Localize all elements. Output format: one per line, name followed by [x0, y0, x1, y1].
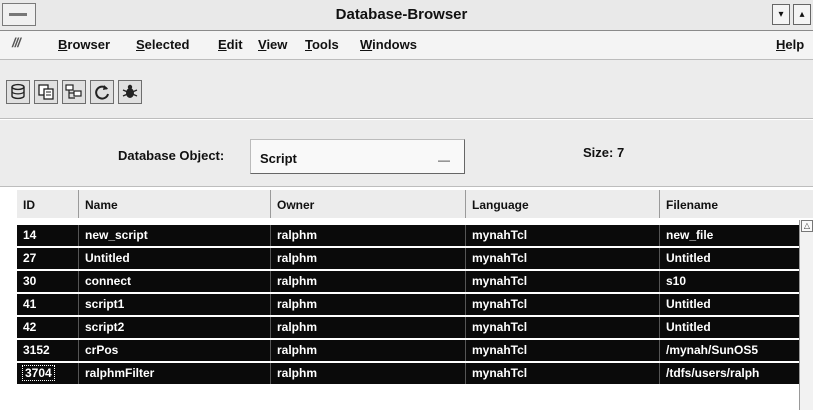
cell-language: mynahTcl: [466, 294, 660, 315]
menu-windows[interactable]: Windows: [360, 37, 417, 52]
column-header-name[interactable]: Name: [79, 190, 271, 218]
cell-filename: s10: [666, 274, 687, 288]
cell-id: 27: [17, 248, 79, 269]
column-header-id[interactable]: ID: [17, 190, 79, 218]
cell-filename: /tdfs/users/ralph: [666, 366, 760, 380]
title-bar: Database-Browser ▾ ▴: [0, 0, 813, 31]
refresh-icon: [95, 85, 109, 100]
cell-owner: ralphm: [271, 340, 466, 361]
database-tool-button[interactable]: [6, 80, 30, 104]
cell-name: Untitled: [79, 248, 271, 269]
column-header-filename[interactable]: Filename: [660, 190, 813, 218]
cell-language: mynahTcl: [466, 340, 660, 361]
cell-owner: ralphm: [271, 271, 466, 292]
database-browser-window: Database-Browser ▾ ▴ /// Browser Selecte…: [0, 0, 813, 410]
cell-owner: ralphm: [271, 317, 466, 338]
folder-tree-icon: [65, 84, 82, 99]
table-row[interactable]: 41 script1 ralphm mynahTcl Untitled: [17, 294, 799, 315]
cell-filename: Untitled: [666, 320, 711, 334]
cell-filename: Untitled: [666, 251, 711, 265]
table-row[interactable]: 30 connect ralphm mynahTcl s10: [17, 271, 799, 292]
copy-tool-button[interactable]: [34, 80, 58, 104]
table-body: 14 new_script ralphm mynahTcl new_file 2…: [17, 220, 799, 390]
cell-name: new_script: [79, 225, 271, 246]
system-menu-icon: [9, 13, 27, 16]
cell-id: 30: [17, 271, 79, 292]
cell-name: crPos: [79, 340, 271, 361]
object-selector-panel: Database Object: Script — Size: 7: [0, 120, 813, 187]
cell-owner: ralphm: [271, 248, 466, 269]
cell-id: 42: [17, 317, 79, 338]
cell-owner: ralphm: [271, 225, 466, 246]
script-table: ID Name Owner Language Filename 14 new_s…: [17, 190, 813, 410]
cell-id: 14: [17, 225, 79, 246]
debug-icon: [122, 84, 138, 98]
menu-browser[interactable]: Browser: [58, 37, 110, 52]
focused-cell-id: 3704: [22, 365, 55, 381]
menu-selected[interactable]: Selected: [136, 37, 189, 52]
cell-filename: /mynah/SunOS5: [666, 343, 759, 357]
copy-icon: [38, 84, 54, 100]
cell-name: script2: [79, 317, 271, 338]
database-icon: [11, 83, 25, 100]
cell-id: 3152: [17, 340, 79, 361]
system-menu-button[interactable]: [2, 3, 36, 26]
column-header-language[interactable]: Language: [466, 190, 660, 218]
database-object-select[interactable]: Script —: [250, 139, 465, 174]
menu-bar: /// Browser Selected Edit View Tools Win…: [0, 31, 813, 60]
menu-view[interactable]: View: [258, 37, 287, 52]
cell-language: mynahTcl: [466, 248, 660, 269]
table-row[interactable]: 3704 ralphmFilter ralphm mynahTcl /tdfs/…: [17, 363, 799, 384]
cell-id: 41: [17, 294, 79, 315]
cell-language: mynahTcl: [466, 363, 660, 384]
cell-filename: Untitled: [666, 297, 711, 311]
cell-language: mynahTcl: [466, 271, 660, 292]
menu-edit[interactable]: Edit: [218, 37, 243, 52]
cell-name: ralphmFilter: [79, 363, 271, 384]
browse-tool-button[interactable]: [62, 80, 86, 104]
cell-language: mynahTcl: [466, 317, 660, 338]
cell-id: 3704: [17, 363, 79, 384]
table-row[interactable]: 27 Untitled ralphm mynahTcl Untitled: [17, 248, 799, 269]
table-row[interactable]: 14 new_script ralphm mynahTcl new_file: [17, 225, 799, 246]
database-object-value: Script: [260, 151, 297, 166]
cell-language: mynahTcl: [466, 225, 660, 246]
table-header: ID Name Owner Language Filename: [17, 190, 813, 218]
menu-help[interactable]: Help: [776, 37, 804, 52]
minimize-button[interactable]: ▾: [772, 4, 790, 25]
vertical-scrollbar[interactable]: △: [799, 220, 813, 410]
cell-owner: ralphm: [271, 363, 466, 384]
debug-tool-button[interactable]: [118, 80, 142, 104]
cell-filename: new_file: [666, 228, 714, 242]
size-indicator: Size: 7: [583, 145, 625, 160]
cell-name: connect: [79, 271, 271, 292]
maximize-button[interactable]: ▴: [793, 4, 811, 25]
refresh-tool-button[interactable]: [90, 80, 114, 104]
toolbar: [0, 60, 813, 119]
table-row[interactable]: 3152 crPos ralphm mynahTcl /mynah/SunOS5: [17, 340, 799, 361]
cell-name: script1: [79, 294, 271, 315]
window-title: Database-Browser: [335, 6, 468, 23]
database-object-label: Database Object:: [118, 148, 225, 163]
scroll-up-icon[interactable]: △: [801, 220, 813, 232]
app-logo-icon: ///: [12, 35, 21, 50]
column-header-owner[interactable]: Owner: [271, 190, 466, 218]
dropdown-icon: —: [438, 153, 450, 167]
cell-owner: ralphm: [271, 294, 466, 315]
menu-tools[interactable]: Tools: [305, 37, 339, 52]
table-row[interactable]: 42 script2 ralphm mynahTcl Untitled: [17, 317, 799, 338]
